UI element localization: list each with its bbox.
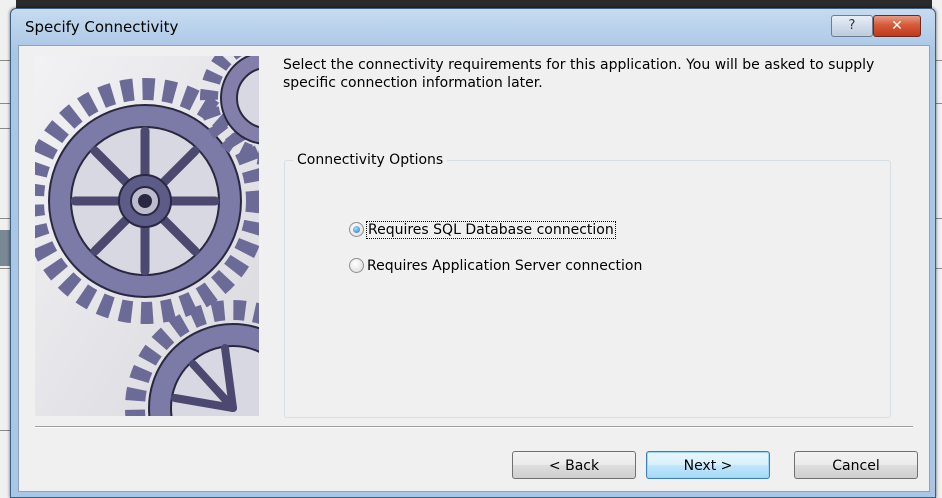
group-label: Connectivity Options <box>293 152 448 168</box>
close-icon: ✕ <box>891 18 903 34</box>
title-bar[interactable]: Specify Connectivity ? ✕ <box>11 9 935 45</box>
radio-application-server-label: Requires Application Server connection <box>367 258 643 274</box>
radio-sql-database-label: Requires SQL Database connection <box>366 221 616 239</box>
gears-illustration <box>35 56 259 416</box>
radio-button-icon[interactable] <box>349 221 364 237</box>
radio-button-icon[interactable] <box>349 257 364 273</box>
specify-connectivity-dialog: Specify Connectivity ? ✕ Select the conn… <box>10 8 936 498</box>
dialog-title: Specify Connectivity <box>25 18 179 36</box>
question-mark-icon: ? <box>848 18 856 33</box>
next-button[interactable]: Next > <box>646 451 770 479</box>
cancel-button[interactable]: Cancel <box>794 451 918 479</box>
close-button[interactable]: ✕ <box>873 15 921 37</box>
dialog-body: Select the connectivity requirements for… <box>18 45 930 492</box>
connectivity-options-group <box>284 160 891 418</box>
back-button[interactable]: < Back <box>512 451 636 479</box>
radio-application-server[interactable]: Requires Application Server connection <box>349 257 642 275</box>
radio-sql-database[interactable]: Requires SQL Database connection <box>349 221 616 239</box>
help-button[interactable]: ? <box>831 15 873 37</box>
intro-text: Select the connectivity requirements for… <box>283 57 875 91</box>
